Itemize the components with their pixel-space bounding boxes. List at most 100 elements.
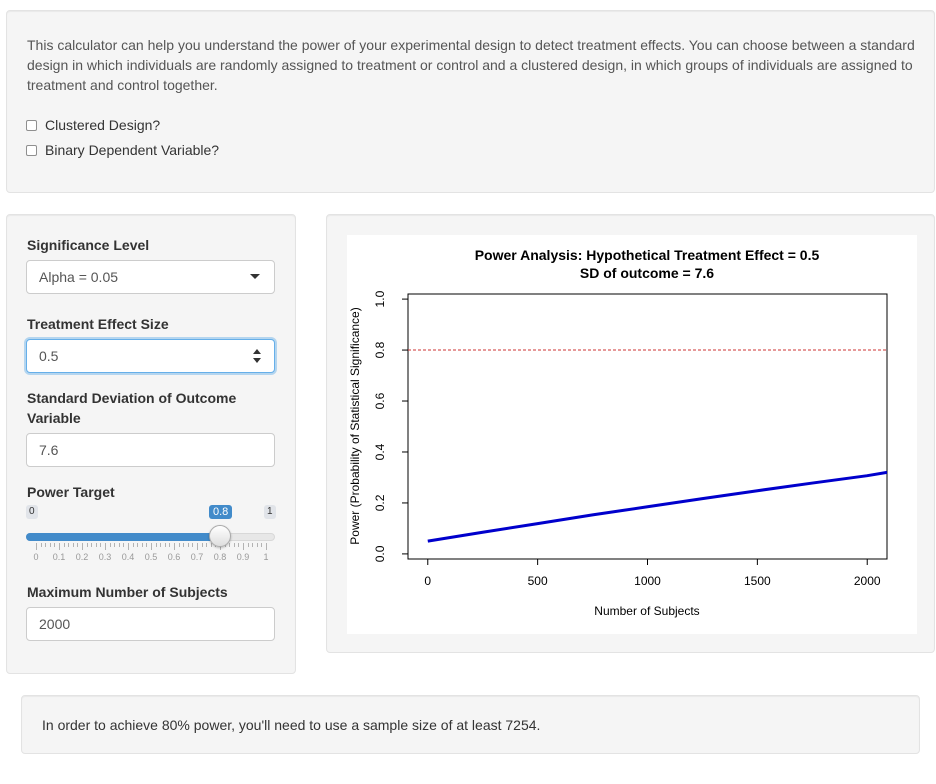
slider-grid-label: 0.4: [121, 552, 135, 562]
chart-subtitle: SD of outcome = 7.6: [580, 265, 714, 281]
caret-down-icon: [250, 274, 260, 279]
treatment-effect-size-value: 0.5: [39, 348, 59, 364]
slider-tick: [59, 543, 60, 550]
slider-tick: [72, 543, 74, 547]
y-tick-label: 0.0: [373, 545, 387, 562]
x-tick-label: 2000: [854, 574, 881, 588]
slider-tick: [132, 543, 134, 547]
slider-tick: [206, 543, 208, 547]
slider-tick: [243, 543, 244, 550]
slider-tick: [252, 543, 254, 547]
sd-outcome-value: 7.6: [39, 442, 59, 458]
slider-tick: [155, 543, 157, 547]
slider-tick: [229, 543, 231, 547]
slider-tick: [91, 543, 93, 547]
power-curve-line: [427, 470, 888, 543]
plot-panel: Power Analysis: Hypothetical Treatment E…: [326, 214, 935, 653]
chart-title: Power Analysis: Hypothetical Treatment E…: [475, 247, 820, 263]
slider-tick: [256, 543, 258, 547]
slider-tick: [86, 543, 88, 547]
slider-tick: [174, 543, 175, 550]
binary-dependent-variable-checkbox[interactable]: Binary Dependent Variable?: [26, 142, 219, 158]
slider-tick: [109, 543, 111, 547]
slider-tick: [201, 543, 203, 547]
sidebar-panel: Significance Level Alpha = 0.05 Treatmen…: [6, 214, 296, 674]
y-tick-label: 0.8: [373, 341, 387, 358]
significance-level-label: Significance Level: [27, 237, 150, 253]
treatment-effect-size-label: Treatment Effect Size: [27, 316, 169, 332]
slider-tick: [266, 543, 267, 550]
slider-tick: [77, 543, 79, 547]
clustered-design-label: Clustered Design?: [45, 117, 161, 133]
result-text: In order to achieve 80% power, you'll ne…: [42, 717, 541, 733]
max-subjects-value: 2000: [39, 616, 71, 632]
power-target-slider[interactable]: 0 1 0.8 0 0.1 0.2 0.3 0.4 0.5 0.6 0.7 0.8 0.9 1: [26, 505, 278, 565]
slider-tick: [49, 543, 51, 547]
slider-max-label: 1: [264, 505, 276, 519]
slider-fill: [26, 533, 220, 541]
slider-tick: [151, 543, 152, 550]
slider-tick: [247, 543, 249, 547]
slider-tick: [183, 543, 185, 547]
slider-grid-label: 0.6: [167, 552, 181, 562]
x-axis: 0 500 1000 1500 2000: [424, 559, 881, 588]
significance-level-value: Alpha = 0.05: [39, 269, 119, 285]
slider-tick: [128, 543, 129, 550]
plot-frame: [407, 293, 888, 560]
significance-level-select[interactable]: Alpha = 0.05: [26, 260, 275, 294]
slider-grid-label: 0.8: [213, 552, 227, 562]
slider-tick: [164, 543, 166, 547]
y-tick-label: 1.0: [373, 290, 387, 307]
treatment-effect-size-input[interactable]: 0.5: [26, 339, 275, 373]
slider-tick: [45, 543, 47, 547]
slider-tick: [123, 543, 125, 547]
slider-tick: [178, 543, 180, 547]
power-plot: Power Analysis: Hypothetical Treatment E…: [347, 235, 917, 634]
checkbox-icon[interactable]: [26, 144, 37, 156]
slider-grid-label: 0.7: [190, 552, 204, 562]
x-tick-label: 500: [528, 574, 548, 588]
power-target-label: Power Target: [27, 484, 115, 500]
y-tick-label: 0.2: [373, 494, 387, 511]
slider-tick: [146, 543, 148, 547]
slider-tick: [63, 543, 65, 547]
slider-value-label: 0.8: [209, 505, 233, 519]
slider-tick: [54, 543, 56, 547]
slider-tick: [238, 543, 240, 547]
slider-grid-label: 0.2: [75, 552, 89, 562]
slider-grid-label: 0: [33, 552, 39, 562]
sd-outcome-label: Standard Deviation of Outcome Variable: [27, 390, 237, 426]
slider-grid-label: 0.1: [52, 552, 66, 562]
slider-tick: [105, 543, 106, 550]
slider-tick: [68, 543, 70, 547]
slider-grid-label: 0.3: [98, 552, 112, 562]
intro-panel: This calculator can help you understand …: [6, 10, 935, 193]
slider-handle[interactable]: [209, 525, 231, 547]
result-panel: In order to achieve 80% power, you'll ne…: [21, 695, 920, 754]
power-chart-svg: Power Analysis: Hypothetical Treatment E…: [348, 247, 888, 618]
checkbox-icon[interactable]: [26, 119, 37, 131]
slider-tick: [187, 543, 189, 547]
slider-grid-label: 1: [263, 552, 269, 562]
x-tick-label: 1500: [744, 574, 771, 588]
slider-tick: [197, 543, 198, 550]
clustered-design-checkbox[interactable]: Clustered Design?: [26, 117, 160, 133]
slider-tick: [192, 543, 194, 547]
number-spinner-icon[interactable]: [253, 349, 262, 363]
slider-tick: [82, 543, 83, 550]
max-subjects-label: Maximum Number of Subjects: [27, 584, 228, 600]
slider-min-label: 0: [26, 505, 38, 519]
slider-grid-label: 0.9: [236, 552, 250, 562]
sd-outcome-input[interactable]: 7.6: [26, 433, 275, 467]
slider-tick: [169, 543, 171, 547]
slider-grid-label: 0.5: [144, 552, 158, 562]
y-axis: 0.0 0.2 0.4 0.6 0.8 1.0: [373, 290, 408, 562]
slider-tick: [114, 543, 116, 547]
slider-tick: [137, 543, 139, 547]
y-axis-label: Power (Probability of Statistical Signif…: [348, 307, 362, 544]
slider-tick: [261, 543, 263, 547]
binary-dependent-variable-label: Binary Dependent Variable?: [45, 142, 220, 158]
max-subjects-input[interactable]: 2000: [26, 607, 275, 641]
slider-tick: [160, 543, 162, 547]
slider-tick: [233, 543, 235, 547]
